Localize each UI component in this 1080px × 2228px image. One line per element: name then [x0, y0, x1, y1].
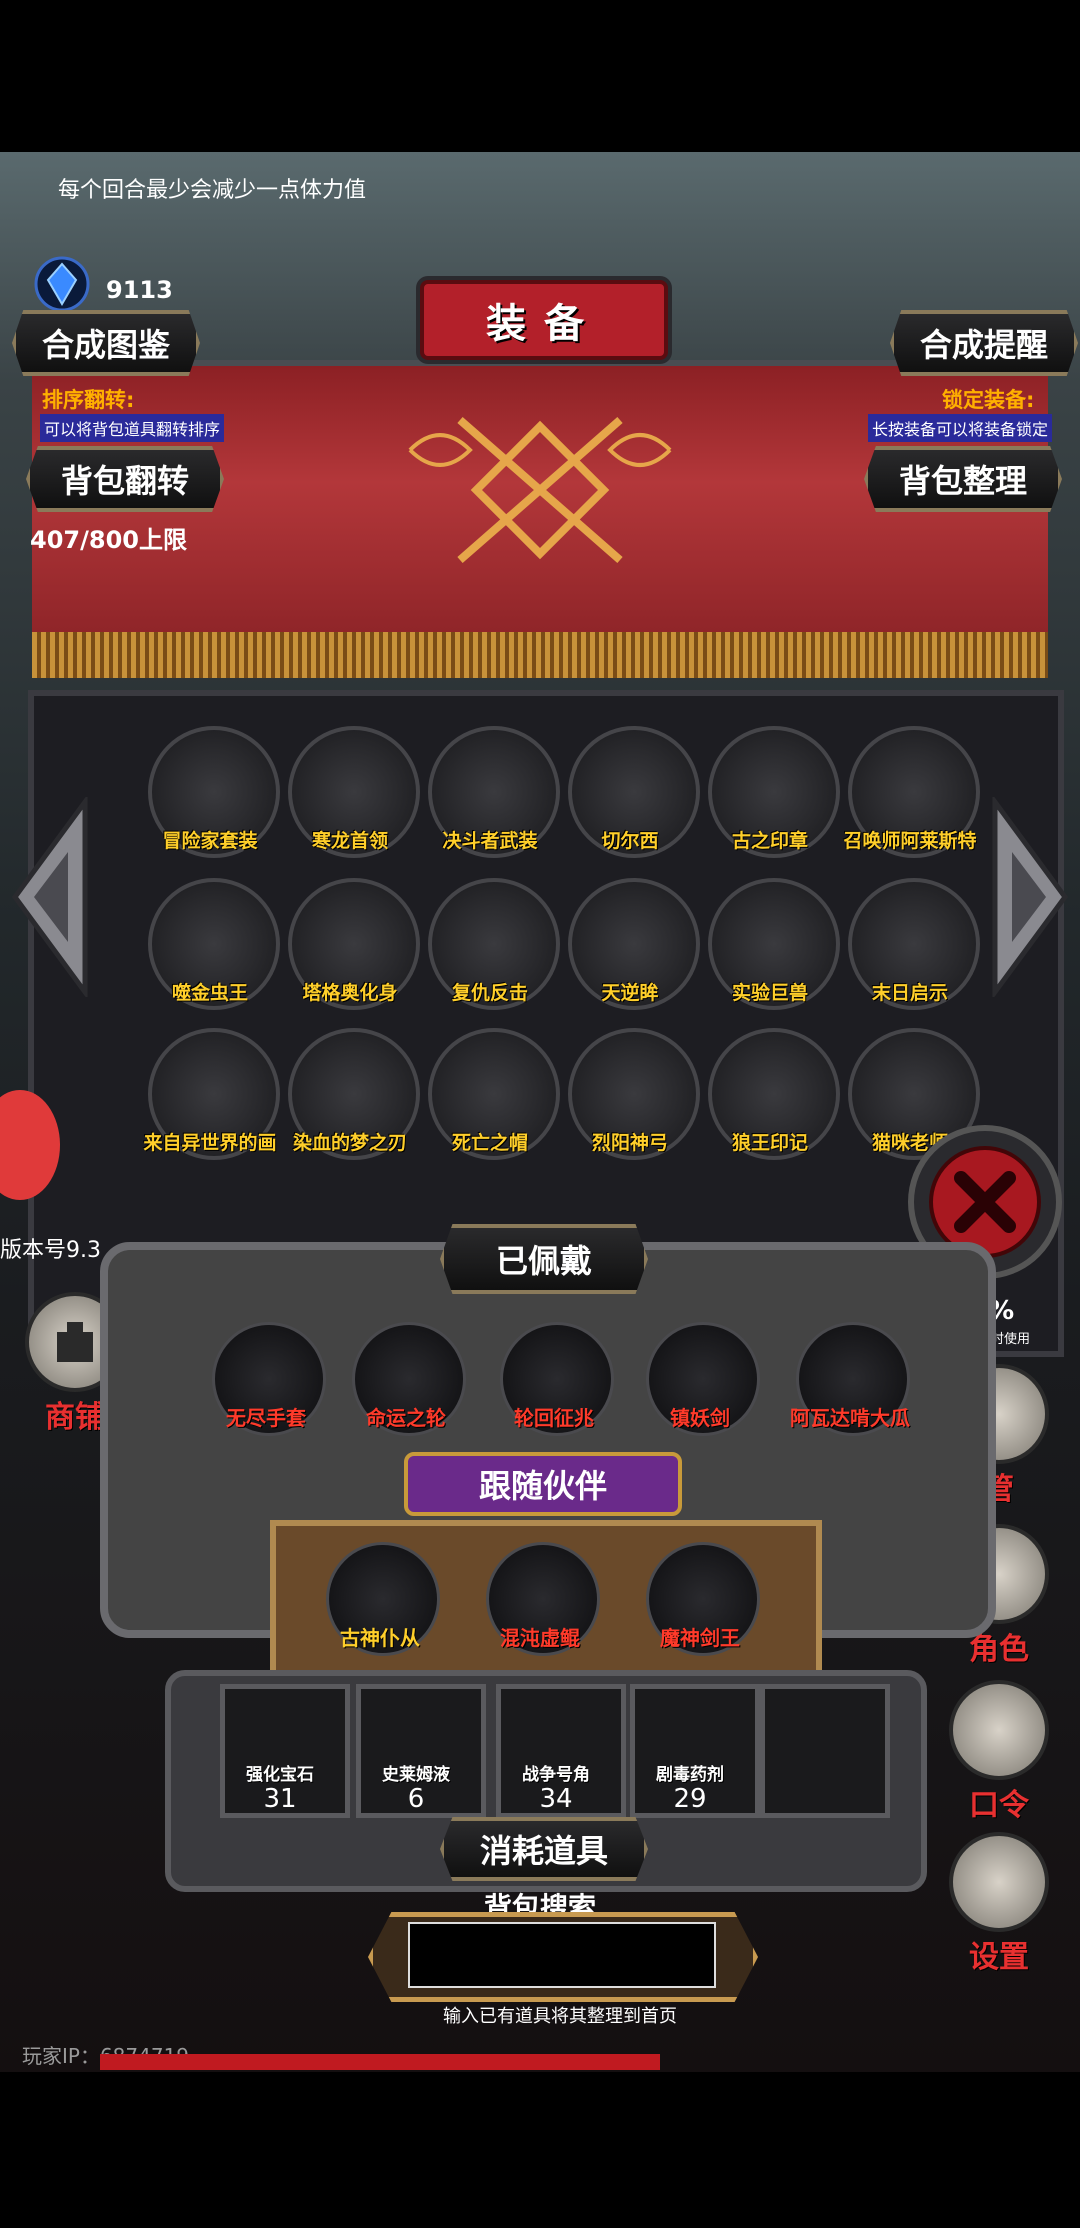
inventory-item-label: 染血的梦之刃 [292, 1132, 407, 1154]
lock-desc: 长按装备可以将装备锁定 [868, 414, 1053, 442]
crossed-swords-emblem [408, 416, 672, 564]
consumable-label: 强化宝石 [246, 1765, 314, 1785]
equipped-item-label: 轮回征兆 [514, 1406, 594, 1430]
equipped-title: 已佩戴 [440, 1224, 648, 1294]
consumable-label: 剧毒药剂 [656, 1765, 724, 1785]
inventory-item-label: 决斗者武装 [442, 830, 538, 852]
lock-title: 锁定装备: [942, 388, 1035, 412]
password-icon [949, 1680, 1049, 1780]
equipped-item-label: 无尽手套 [226, 1406, 306, 1430]
version-label: 版本号9.3 [0, 1238, 101, 1263]
equipped-item-label: 镇妖剑 [670, 1406, 730, 1430]
settings-label: 设置 [969, 1940, 1029, 1975]
empty-slot[interactable] [760, 1684, 890, 1818]
search-hint: 输入已有道具将其整理到首页 [443, 2006, 677, 2027]
consumable-label: 战争号角 [522, 1765, 590, 1785]
backpack-sort-button[interactable]: 背包整理 [864, 446, 1062, 512]
consumable-count: 6 [407, 1784, 425, 1814]
synthesis-reminder-button[interactable]: 合成提醒 [890, 310, 1078, 376]
companion-item-label: 混沌虚鲲 [500, 1626, 580, 1650]
synthesis-guide-button[interactable]: 合成图鉴 [12, 310, 200, 376]
inventory-item-label: 塔格奥化身 [302, 982, 398, 1004]
inventory-item-label: 实验巨兽 [731, 982, 808, 1004]
consumable-label: 史莱姆液 [382, 1765, 450, 1785]
search-input[interactable] [408, 1922, 716, 1988]
sort-flip-title: 排序翻转: [42, 388, 135, 412]
inventory-item-label: 狼王印记 [731, 1132, 808, 1154]
gem-icon [34, 256, 90, 312]
companion-title: 跟随伙伴 [404, 1452, 682, 1516]
inventory-item-label: 死亡之帽 [451, 1132, 528, 1154]
bottom-bar [100, 2054, 660, 2070]
consumable-count: 29 [673, 1784, 707, 1814]
page-title: 装备 [420, 280, 668, 360]
inventory-item-label: 切尔西 [601, 830, 659, 852]
inventory-item-label: 烈阳神弓 [591, 1132, 668, 1154]
banner-fringe [32, 632, 1048, 678]
inventory-item-label: 末日启示 [871, 982, 948, 1004]
companion-item-label: 魔神剑王 [660, 1626, 740, 1650]
settings-icon [949, 1832, 1049, 1932]
inventory-item-label: 召唤师阿莱斯特 [843, 830, 977, 852]
sort-flip-desc: 可以将背包道具翻转排序 [40, 414, 225, 442]
equipped-item-label: 阿瓦达啃大瓜 [790, 1406, 910, 1430]
capacity-text: 407/800上限 [30, 526, 187, 554]
inventory-item-label: 复仇反击 [451, 982, 528, 1004]
inventory-item-label: 天逆眸 [601, 982, 659, 1004]
inventory-item-label: 来自异世界的画 [143, 1132, 277, 1154]
game-screen: 每个回合最少会减少一点体力值 9113 装备 合成图鉴 合成提醒 排序翻转: 可… [0, 152, 1080, 2072]
prev-page-arrow-icon[interactable] [10, 797, 90, 997]
consumables-title: 消耗道具 [440, 1817, 648, 1881]
inventory-item-label: 冒险家套装 [162, 830, 258, 852]
next-page-arrow-icon[interactable] [990, 797, 1070, 997]
consumable-count: 31 [263, 1784, 297, 1814]
inventory-item-label: 寒龙首领 [311, 830, 388, 852]
inventory-item-label: 噬金虫王 [171, 982, 248, 1004]
backpack-flip-button[interactable]: 背包翻转 [26, 446, 224, 512]
password-button[interactable]: 口令 [944, 1680, 1054, 1824]
consumable-count: 34 [539, 1784, 573, 1814]
equipped-item-label: 命运之轮 [366, 1406, 446, 1430]
password-label: 口令 [969, 1788, 1029, 1823]
tip-text: 每个回合最少会减少一点体力值 [58, 178, 367, 203]
settings-button[interactable]: 设置 [944, 1832, 1054, 1976]
gem-count: 9113 [106, 276, 173, 304]
companion-item-label: 古神仆从 [340, 1626, 420, 1650]
inventory-item-label: 古之印章 [731, 830, 808, 852]
